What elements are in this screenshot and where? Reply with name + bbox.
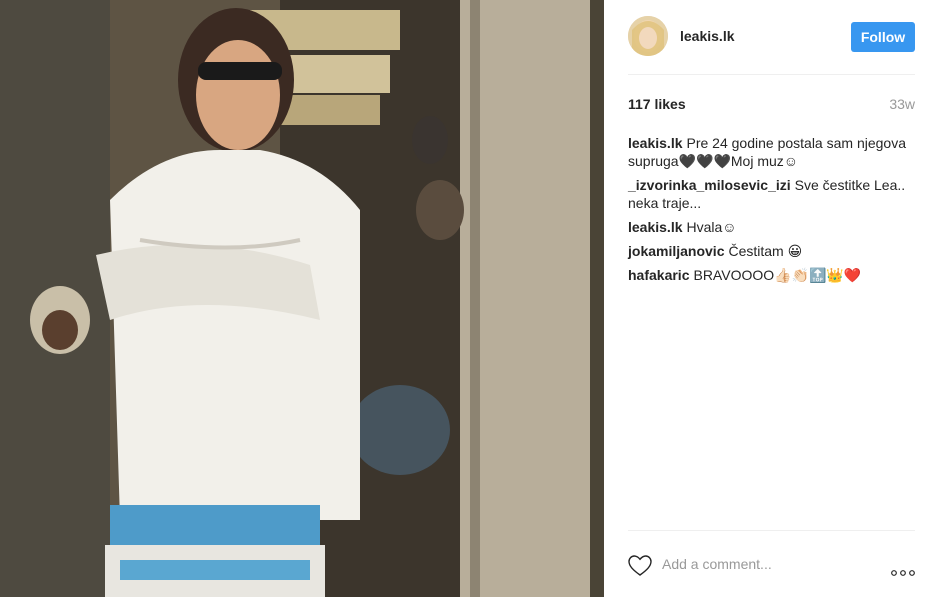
- post-photo[interactable]: [0, 0, 604, 597]
- comment-text: BRAVOOOO👍🏻👏🏻🔝👑❤️: [693, 267, 862, 283]
- follow-button[interactable]: Follow: [851, 22, 915, 52]
- avatar[interactable]: [628, 16, 668, 56]
- comment: _izvorinka_milosevic_izi Sve čestitke Lea…: [628, 176, 915, 212]
- likes-count[interactable]: 117 likes: [628, 96, 686, 112]
- comments-list: leakis.lk Pre 24 godine postala sam njego…: [628, 134, 915, 290]
- comment-text: Čestitam 😀: [728, 243, 803, 259]
- comment-author[interactable]: leakis.lk: [628, 135, 683, 151]
- instagram-post: leakis.lk Follow 117 likes 33w leakis.lk…: [0, 0, 935, 597]
- comment-text: Hvala☺: [686, 219, 737, 235]
- comment: leakis.lk Hvala☺: [628, 218, 915, 236]
- post-footer: Add a comment...: [628, 530, 915, 598]
- post-header: leakis.lk Follow: [628, 16, 915, 75]
- avatar-image: [628, 16, 668, 56]
- photo-illustration: [0, 0, 604, 597]
- comment-author[interactable]: _izvorinka_milosevic_izi: [628, 177, 791, 193]
- post-sidebar: leakis.lk Follow 117 likes 33w leakis.lk…: [604, 0, 935, 597]
- comment-author[interactable]: jokamiljanovic: [628, 243, 724, 259]
- add-comment-input[interactable]: Add a comment...: [662, 556, 772, 572]
- comment: hafakaric BRAVOOOO👍🏻👏🏻🔝👑❤️: [628, 266, 915, 284]
- comment-author[interactable]: hafakaric: [628, 267, 689, 283]
- more-options-icon[interactable]: [891, 563, 915, 576]
- comment-author[interactable]: leakis.lk: [628, 219, 683, 235]
- post-time[interactable]: 33w: [889, 96, 915, 112]
- comment: leakis.lk Pre 24 godine postala sam njego…: [628, 134, 915, 170]
- username[interactable]: leakis.lk: [680, 28, 735, 44]
- likes-row: 117 likes 33w: [628, 96, 915, 114]
- heart-outline-icon[interactable]: [628, 555, 652, 577]
- comment: jokamiljanovic Čestitam 😀: [628, 242, 915, 260]
